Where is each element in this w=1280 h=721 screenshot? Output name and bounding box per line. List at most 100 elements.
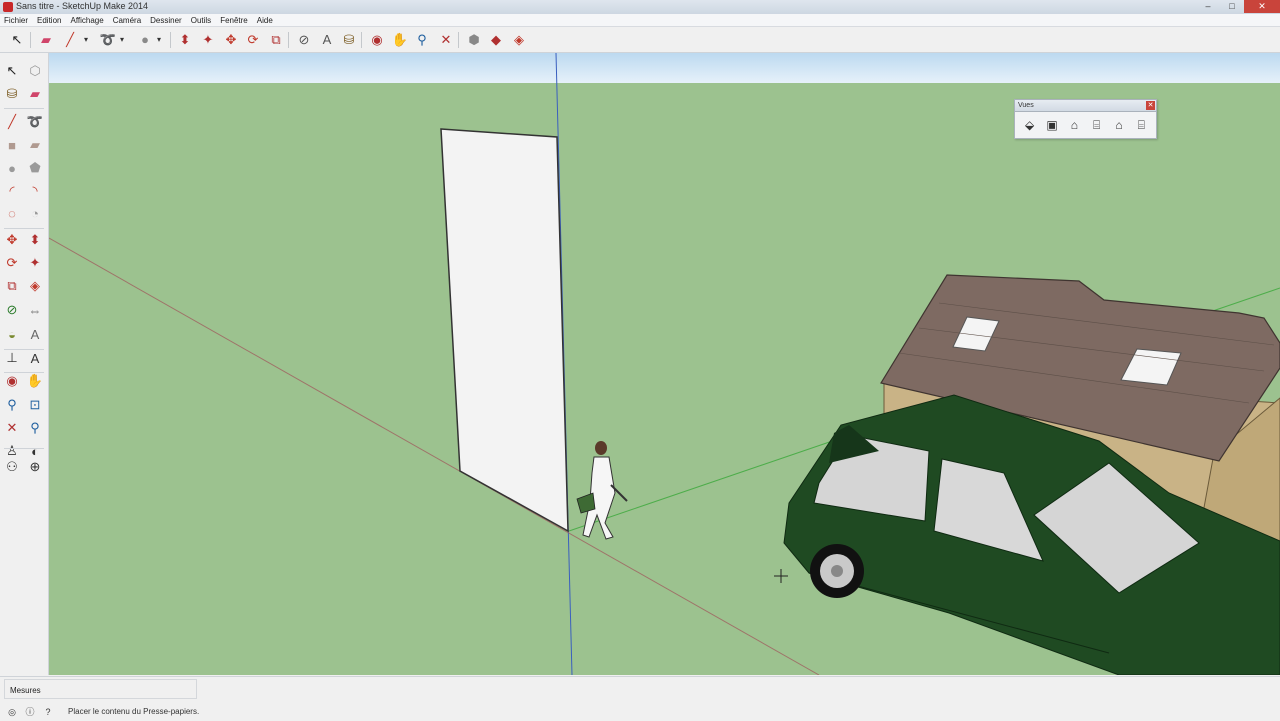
toolbar-separator xyxy=(288,32,289,48)
follow-me-icon[interactable]: ✦ xyxy=(199,31,217,49)
scale-tool-icon[interactable]: ⧉ xyxy=(3,277,21,295)
views-close-icon[interactable]: ✕ xyxy=(1146,101,1155,110)
rotate-icon[interactable]: ⟳ xyxy=(244,31,262,49)
freehand-tool-icon[interactable]: ➰ xyxy=(26,113,44,131)
pencil-icon[interactable]: ╱ xyxy=(61,31,79,49)
axes-tool-icon[interactable]: ⊥ xyxy=(3,349,21,367)
follow-me-tool-icon[interactable]: ✦ xyxy=(26,254,44,272)
warehouse-icon[interactable]: ⬢ xyxy=(465,31,483,49)
pan-icon[interactable]: ✋ xyxy=(391,31,409,49)
three-point-arc-icon[interactable]: ◌ xyxy=(3,204,21,222)
toolbar-separator xyxy=(170,32,171,48)
menu-camera[interactable]: Caméra xyxy=(113,16,141,25)
tool-separator xyxy=(4,108,44,109)
zoom-window-tool-icon[interactable]: ⊡ xyxy=(26,396,44,414)
scale-icon[interactable]: ⧉ xyxy=(267,31,285,49)
menu-outils[interactable]: Outils xyxy=(191,16,211,25)
back-view-icon[interactable]: ⌂ xyxy=(1110,116,1127,134)
wall-panel[interactable] xyxy=(440,128,569,533)
toolbar-separator xyxy=(458,32,459,48)
extension-warehouse-icon[interactable]: ◈ xyxy=(510,31,528,49)
toolbar-separator xyxy=(30,32,31,48)
protractor-tool-icon[interactable]: ◒ xyxy=(3,325,21,343)
large-tool-set: ↖ ⬡ ⛁ ▰ ╱ ➰ ■ ▰ ● ⬟ ◜ ◝ ◌ ◔ ✥ ⬍ ⟳ ✦ ⧉ ◈ ⊘ ⇔ ◒ A ⊥ A ◉ ✋ ⚲ ⊡ ✕ ⚲ ♙ ◐ ⚇ ⊕ xyxy=(0,53,49,675)
tape-measure-tool-icon[interactable]: ⊘ xyxy=(3,301,21,319)
person-figure[interactable] xyxy=(576,441,628,540)
pan-tool-icon[interactable]: ✋ xyxy=(26,372,44,390)
walk-tool-icon[interactable]: ⚇ xyxy=(3,458,21,476)
tool-separator xyxy=(4,448,44,449)
line-tool-icon[interactable]: ╱ xyxy=(3,113,21,131)
3d-text-tool-icon[interactable]: A xyxy=(26,349,44,367)
status-bar: Mesures ◎ ⓘ ? Placer le contenu du Press… xyxy=(0,676,1280,721)
toolbar-separator xyxy=(361,32,362,48)
components-icon[interactable]: ◆ xyxy=(487,31,505,49)
iso-view-icon[interactable]: ⬙ xyxy=(1021,116,1038,134)
select-tool-icon[interactable]: ↖ xyxy=(3,62,21,80)
text-icon[interactable]: A xyxy=(318,31,336,49)
push-pull-tool-icon[interactable]: ⬍ xyxy=(26,231,44,249)
views-toolbar: Vues ✕ ⬙ ▣ ⌂ ⌸ ⌂ ⌸ xyxy=(1014,99,1157,139)
zoom-extents-icon[interactable]: ✕ xyxy=(437,31,455,49)
top-view-icon[interactable]: ▣ xyxy=(1043,116,1060,134)
tape-measure-icon[interactable]: ⊘ xyxy=(295,31,313,49)
right-view-icon[interactable]: ⌸ xyxy=(1088,116,1105,134)
paint-bucket-icon[interactable]: ⛁ xyxy=(340,31,358,49)
menu-fenetre[interactable]: Fenêtre xyxy=(220,16,248,25)
views-icons: ⬙ ▣ ⌂ ⌸ ⌂ ⌸ xyxy=(1015,112,1156,134)
status-message: Placer le contenu du Presse-papiers. xyxy=(68,707,200,716)
menu-dessiner[interactable]: Dessiner xyxy=(150,16,182,25)
two-point-arc-icon[interactable]: ◝ xyxy=(26,182,44,200)
drawing-area[interactable]: Vues ✕ ⬙ ▣ ⌂ ⌸ ⌂ ⌸ xyxy=(49,53,1280,675)
eraser-icon[interactable]: ▰ xyxy=(37,31,55,49)
model-scene xyxy=(49,53,1280,675)
zoom-tool-icon[interactable]: ⚲ xyxy=(3,396,21,414)
dimension-tool-icon[interactable]: ⇔ xyxy=(26,301,44,319)
previous-view-tool-icon[interactable]: ⚲ xyxy=(26,419,44,437)
tool-separator xyxy=(4,228,44,229)
geo-location-icon[interactable]: ◎ xyxy=(6,706,18,718)
help-icon[interactable]: ? xyxy=(42,706,54,718)
window-title: Sans titre - SketchUp Make 2014 xyxy=(16,1,149,11)
offset-tool-icon[interactable]: ◈ xyxy=(26,277,44,295)
menu-fichier[interactable]: Fichier xyxy=(4,16,28,25)
text-tool-icon[interactable]: A xyxy=(26,325,44,343)
front-view-icon[interactable]: ⌂ xyxy=(1066,116,1083,134)
menu-affichage[interactable]: Affichage xyxy=(70,16,103,25)
window-controls: – □ ✕ xyxy=(1196,0,1280,14)
circle-icon[interactable]: ● xyxy=(136,31,154,49)
eraser-tool-icon[interactable]: ▰ xyxy=(26,85,44,103)
orbit-tool-icon[interactable]: ◉ xyxy=(3,372,21,390)
polygon-tool-icon[interactable]: ⬟ xyxy=(26,159,44,177)
shape-dropdown-icon[interactable]: ▾ xyxy=(118,31,126,49)
arc-tool-icon[interactable]: ◜ xyxy=(3,182,21,200)
rotated-rectangle-tool-icon[interactable]: ▰ xyxy=(26,136,44,154)
select-icon[interactable]: ↖ xyxy=(8,31,26,49)
left-view-icon[interactable]: ⌸ xyxy=(1133,116,1150,134)
make-component-icon[interactable]: ⬡ xyxy=(26,62,44,80)
push-pull-icon[interactable]: ⬍ xyxy=(176,31,194,49)
zoom-icon[interactable]: ⚲ xyxy=(413,31,431,49)
paint-tool-icon[interactable]: ⛁ xyxy=(3,85,21,103)
rotate-tool-icon[interactable]: ⟳ xyxy=(3,254,21,272)
circle-tool-icon[interactable]: ● xyxy=(3,159,21,177)
credits-icon[interactable]: ⓘ xyxy=(24,706,36,718)
menu-edition[interactable]: Edition xyxy=(37,16,61,25)
minimize-button[interactable]: – xyxy=(1196,0,1220,13)
orbit-icon[interactable]: ◉ xyxy=(368,31,386,49)
views-toolbar-title: Vues xyxy=(1018,102,1034,109)
zoom-extents-tool-icon[interactable]: ✕ xyxy=(3,419,21,437)
maximize-button[interactable]: □ xyxy=(1220,0,1244,13)
red-axis xyxy=(49,237,820,675)
section-plane-tool-icon[interactable]: ⊕ xyxy=(26,458,44,476)
pie-tool-icon[interactable]: ◔ xyxy=(26,204,44,222)
freehand-icon[interactable]: ➰ xyxy=(99,31,117,49)
move-tool-icon[interactable]: ✥ xyxy=(3,231,21,249)
close-button[interactable]: ✕ xyxy=(1244,0,1280,13)
line-dropdown-icon[interactable]: ▾ xyxy=(82,31,90,49)
move-icon[interactable]: ✥ xyxy=(222,31,240,49)
views-toolbar-header[interactable]: Vues ✕ xyxy=(1015,100,1156,112)
rectangle-tool-icon[interactable]: ■ xyxy=(3,136,21,154)
menu-aide[interactable]: Aide xyxy=(257,16,273,25)
circle-dropdown-icon[interactable]: ▾ xyxy=(155,31,163,49)
